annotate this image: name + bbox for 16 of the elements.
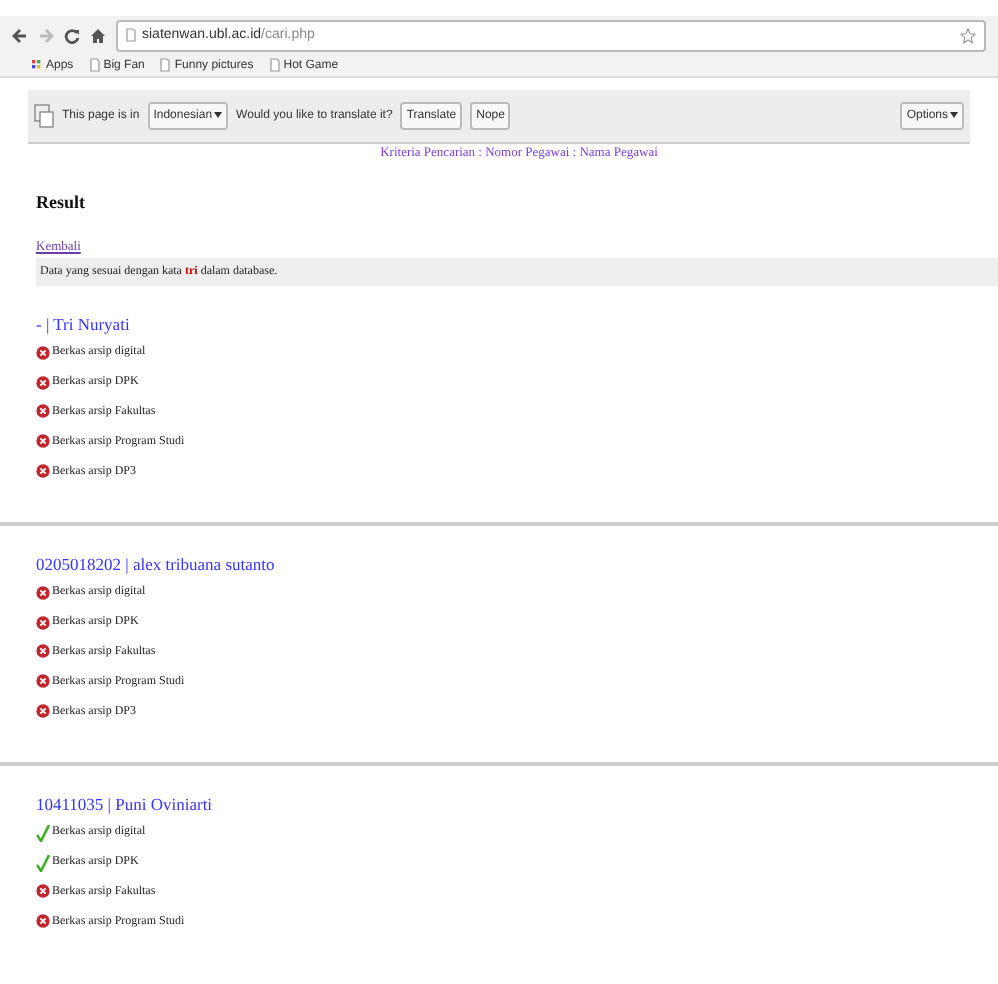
page-icon — [89, 58, 100, 72]
caret-icon — [950, 111, 958, 118]
apps-icon — [32, 60, 42, 70]
page-icon — [269, 58, 280, 72]
employee-link[interactable]: - | Tri Nuryati — [36, 314, 130, 334]
star-icon[interactable] — [960, 27, 976, 43]
translate-icon — [34, 104, 54, 128]
home-icon[interactable] — [90, 27, 106, 43]
page-icon — [160, 58, 171, 72]
back-icon[interactable] — [12, 27, 28, 43]
result-heading: Result — [36, 192, 87, 212]
caret-icon — [214, 111, 223, 118]
employee-link[interactable]: 0205018202 | alex tribuana sutanto — [36, 553, 275, 574]
employee-link[interactable]: 10411035 | Puni Oviniarti — [36, 793, 213, 814]
page-icon — [126, 28, 136, 42]
reload-icon[interactable] — [64, 27, 80, 43]
